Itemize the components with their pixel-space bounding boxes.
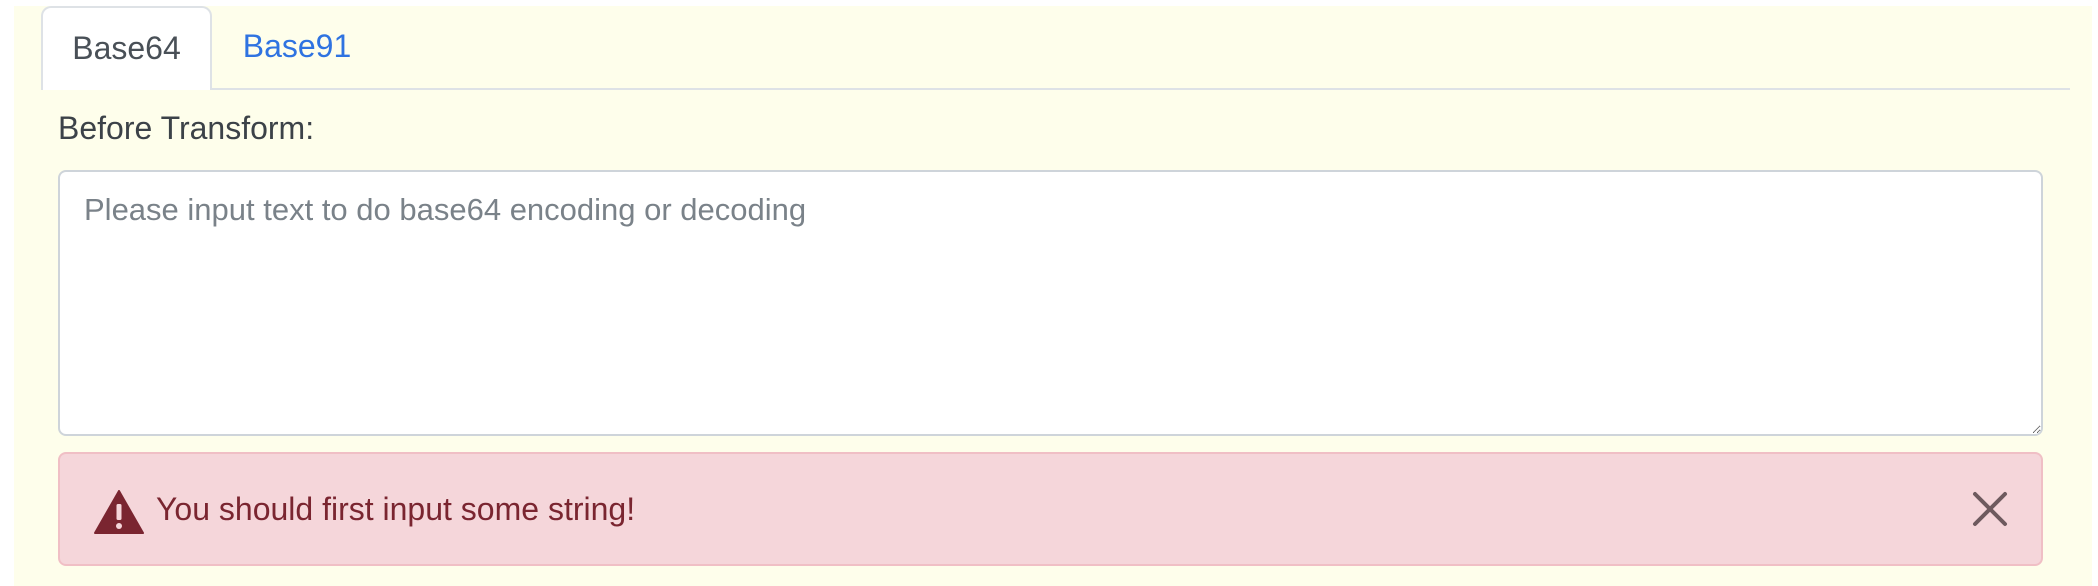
- close-icon[interactable]: [1967, 486, 2013, 532]
- warning-triangle-icon: [94, 490, 144, 534]
- page-background: Base64 Base91 Before Transform: You shou…: [14, 6, 2092, 586]
- tab-base64[interactable]: Base64: [41, 6, 212, 90]
- input-textarea[interactable]: [58, 170, 2043, 436]
- tab-bar: Base64 Base91: [41, 6, 2070, 90]
- before-transform-label: Before Transform:: [58, 110, 315, 146]
- tab-base91[interactable]: Base91: [212, 6, 382, 86]
- alert-message: You should first input some string!: [156, 491, 636, 527]
- error-alert: You should first input some string!: [58, 452, 2043, 566]
